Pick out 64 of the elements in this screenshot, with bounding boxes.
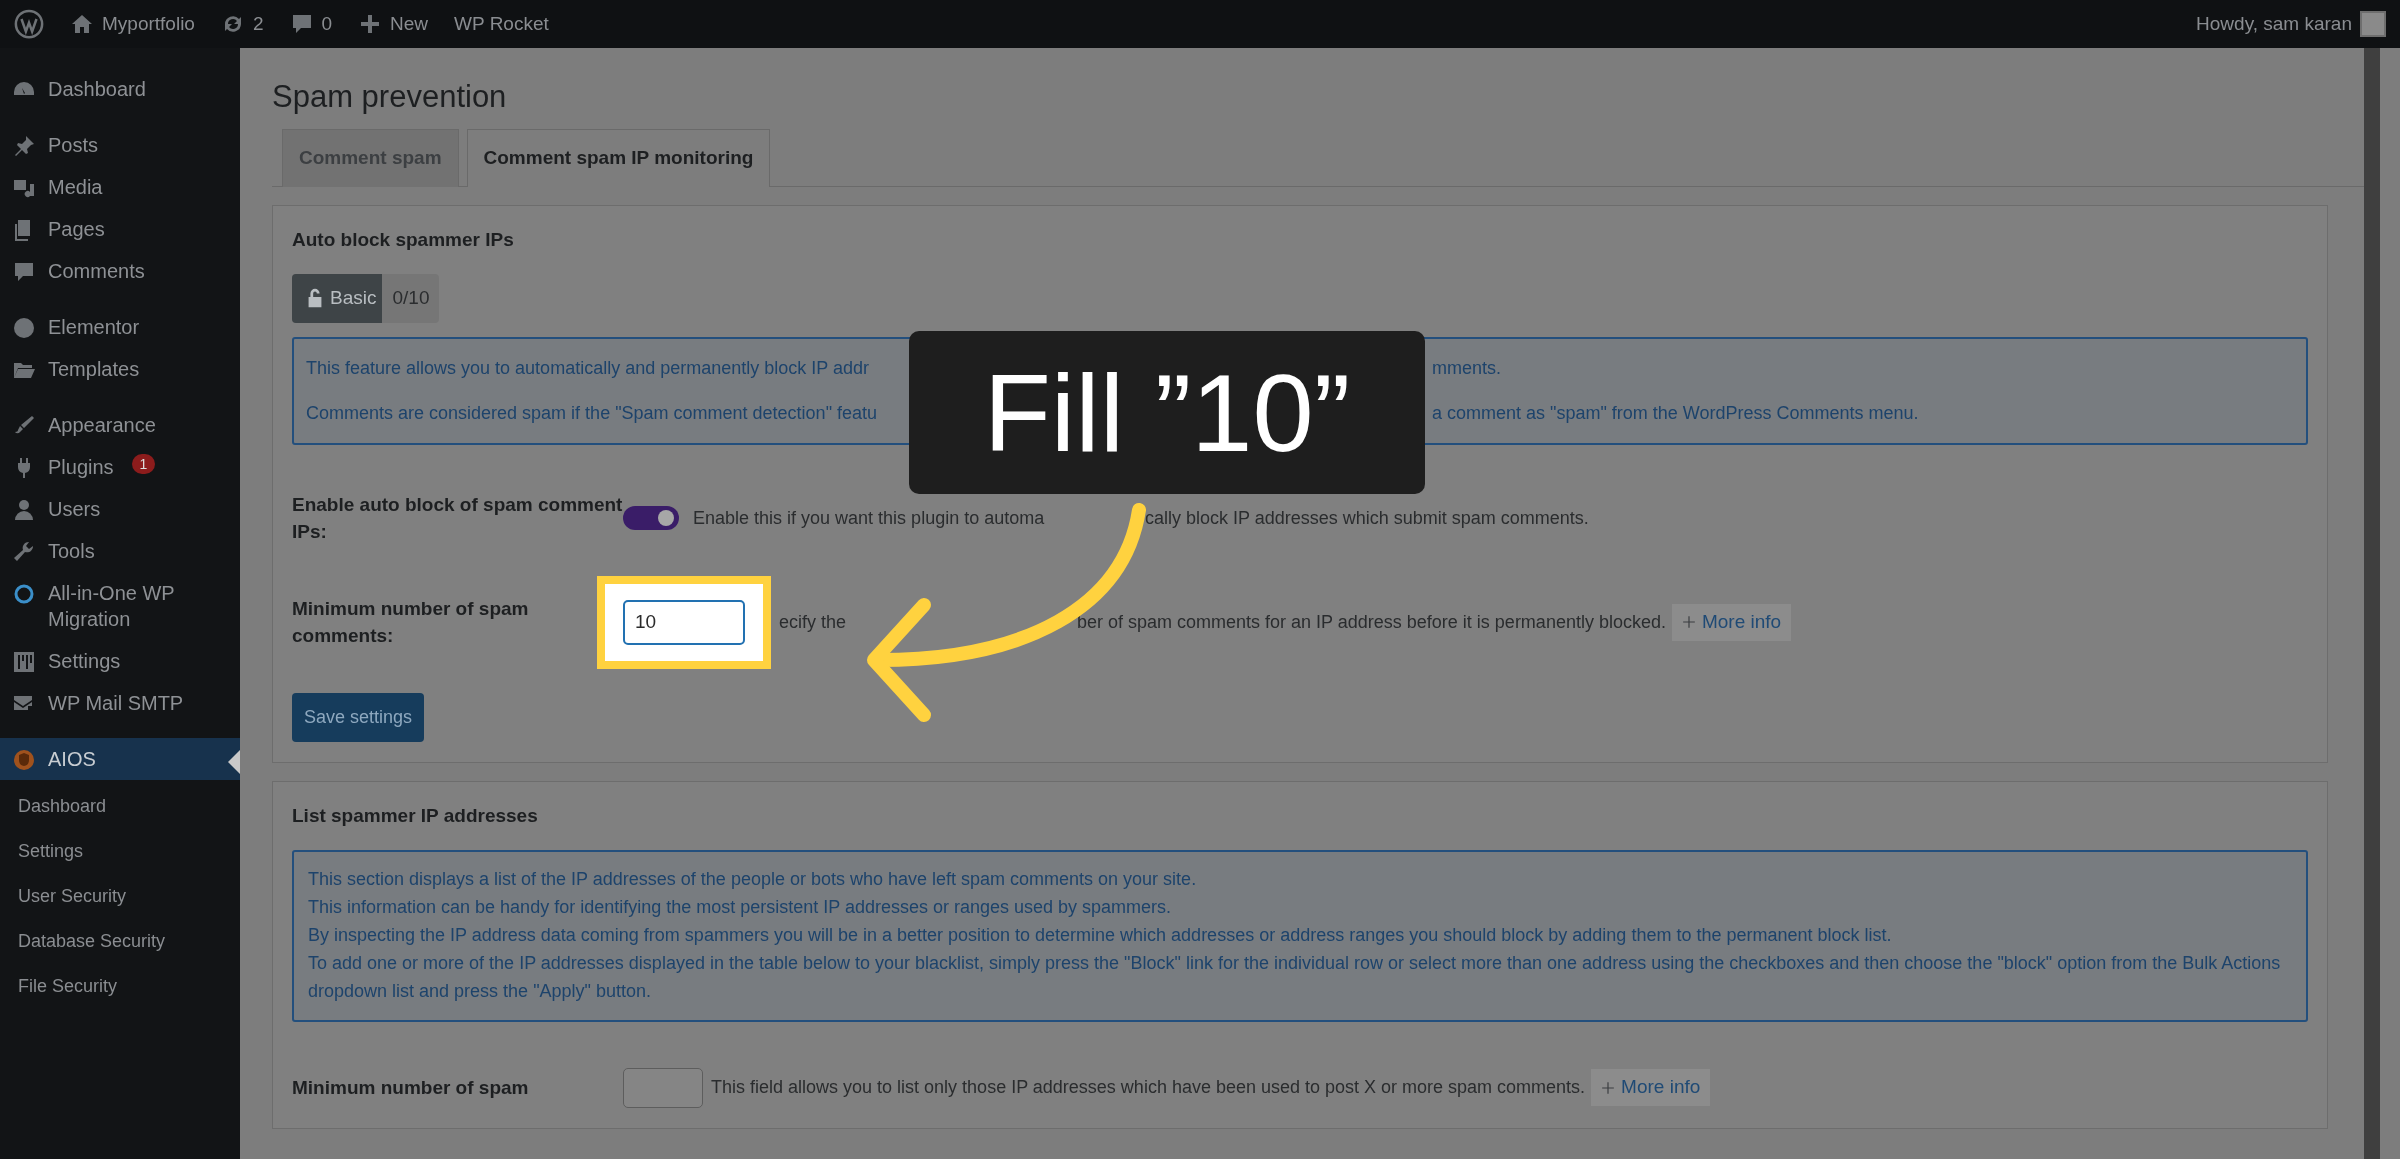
sidebar-item[interactable]: Templates — [0, 348, 240, 390]
save-settings-button[interactable]: Save settings — [292, 692, 425, 742]
sidebar-item[interactable]: Dashboard — [0, 68, 240, 110]
submenu-item[interactable]: Database Security — [0, 919, 240, 964]
user-icon — [12, 498, 36, 522]
home-icon — [70, 12, 94, 36]
number-field[interactable] — [623, 1067, 703, 1108]
score-badge: Basic 0/10 — [292, 274, 440, 323]
number-field[interactable]: 10 — [623, 599, 745, 645]
sidebar-item[interactable]: WP Mail SMTP — [0, 682, 240, 724]
sidebar-item[interactable]: Pages — [0, 208, 240, 250]
sidebar-item[interactable]: Users — [0, 488, 240, 530]
info-text: This information can be handy for identifying the most persistent IP addresses or ranges used by spammers. — [308, 897, 1172, 918]
field-description: ecify the — [779, 610, 848, 634]
submenu-item[interactable]: User Security — [0, 874, 240, 919]
submenu-item[interactable]: Settings — [0, 829, 240, 874]
site-link[interactable]: Myportfolio — [70, 9, 195, 39]
wordpress-logo-icon — [14, 9, 44, 39]
sliders-icon — [12, 650, 36, 674]
shield-icon — [12, 748, 36, 772]
sidebar-item[interactable]: Plugins 1 — [0, 446, 240, 488]
account-link[interactable]: Howdy, sam karan — [2196, 9, 2386, 39]
sidebar-item[interactable]: Posts — [0, 124, 240, 166]
info-text: By inspecting the IP address data coming from spammers you will be in a better position to determine which addresses or address ranges you should block by adding them to the permanent block list. — [308, 925, 1892, 946]
plugin-link[interactable]: WP Rocket — [454, 9, 549, 39]
field-description: This field allows you to list only those IP addresses which have been used to post X or more spam comments. — [711, 1076, 1586, 1100]
count-badge: 1 — [131, 454, 156, 475]
new-link[interactable]: New — [358, 9, 429, 39]
submenu-item[interactable]: File Security — [0, 964, 240, 1009]
field-label: Minimum number of spam comments: — [292, 596, 530, 649]
info-text: a comment as "spam" from the WordPress Comments menu. — [1432, 401, 1919, 425]
sidebar-item[interactable]: Comments — [0, 250, 240, 292]
plus-icon — [1601, 1080, 1616, 1095]
avatar-icon — [2360, 11, 2386, 37]
info-text: This feature allows you to automatically and permanently block IP addr — [306, 356, 870, 380]
field-label: Enable auto block of spam comment IPs: — [292, 492, 623, 545]
field-description: cally block IP addresses which submit spam comments. — [1145, 506, 1589, 530]
field-description: Enable this if you want this plugin to automa — [693, 506, 1046, 530]
speech-bubble-icon — [12, 260, 36, 284]
sidebar-item[interactable]: All-in-One WP Migration — [0, 572, 240, 640]
toggle-switch[interactable] — [623, 506, 679, 531]
info-text: This section displays a list of the IP addresses of the people or bots who have left spam comments on your site. — [308, 869, 1197, 890]
panel-title: Auto block spammer IPs — [292, 227, 515, 252]
panel-title: List spammer IP addresses — [292, 803, 539, 828]
plus-icon — [1681, 615, 1696, 630]
field-description: ber of spam comments for an IP address before it is permanently blocked. — [1077, 610, 1666, 634]
info-text: Comments are considered spam if the "Spam comment detection" featu — [306, 401, 879, 425]
updates-link[interactable]: 2 — [220, 9, 264, 39]
info-text: To add one or more of the IP addresses displayed in the table below to your blacklist, simply press the "Block" link for the individual row or select more than one address using the checkboxes and then choose the "block" option from the Bulk Actions dropdown list and press the "Apply" button. — [308, 952, 2281, 1001]
ring-icon — [12, 582, 36, 606]
sidebar-item[interactable]: Media — [0, 166, 240, 208]
sidebar-item[interactable]: Tools — [0, 530, 240, 572]
sidebar-item[interactable]: Appearance — [0, 404, 240, 446]
sidebar-item[interactable]: Settings — [0, 640, 240, 682]
page-title: Spam prevention — [272, 78, 508, 116]
comments-link[interactable]: 0 — [289, 9, 333, 39]
tab[interactable]: Comment spam IP monitoring — [466, 129, 771, 187]
sidebar-item[interactable]: AIOS — [0, 738, 240, 780]
field-label: Minimum number of spam — [292, 1075, 530, 1100]
sidebar-item[interactable]: Elementor — [0, 306, 240, 348]
callout-text: Fill ”10” — [909, 331, 1425, 494]
info-text: mments. — [1432, 356, 1501, 380]
submenu-item[interactable]: Dashboard — [0, 784, 240, 829]
circle-icon — [12, 316, 36, 340]
